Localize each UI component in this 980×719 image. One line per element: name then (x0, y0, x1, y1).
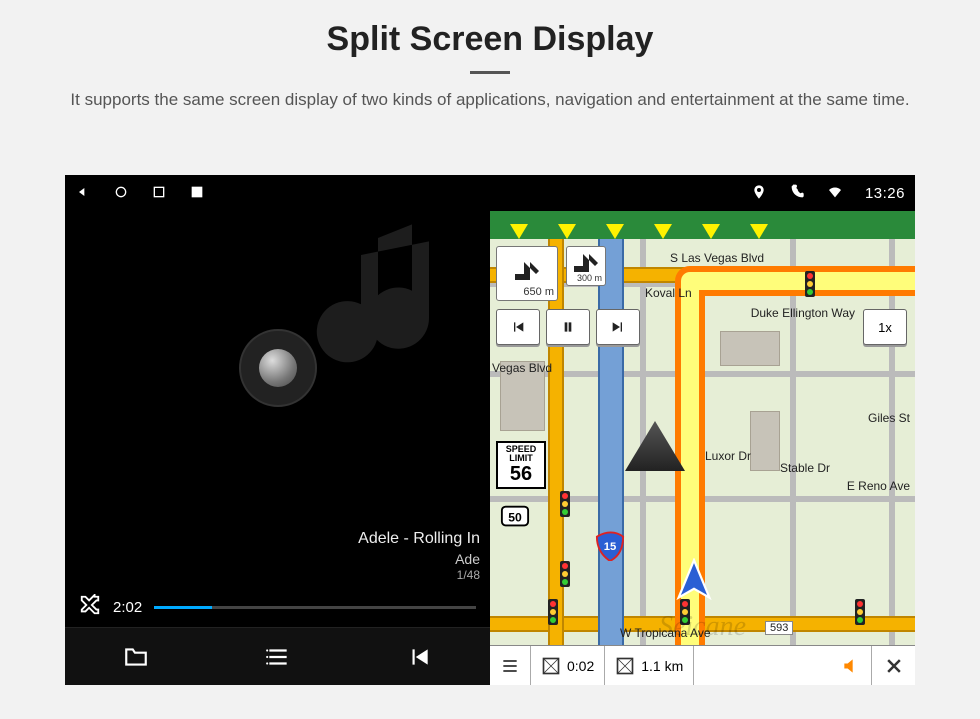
clock: 13:26 (865, 185, 905, 202)
music-pane: Adele - Rolling In Ade 1/48 2:02 (65, 211, 490, 685)
nav-lane-guidance (490, 211, 915, 239)
title-underline (470, 71, 510, 74)
track-artist: Ade (65, 550, 480, 568)
street-stable: Stable Dr (780, 461, 830, 475)
svg-text:15: 15 (604, 541, 617, 553)
elapsed-time: 2:02 (113, 599, 142, 616)
progress-bar[interactable] (154, 606, 476, 609)
street-koval: Koval Ln (645, 286, 692, 300)
lane-arrow-icon (750, 224, 768, 239)
wifi-icon (827, 184, 843, 203)
nav-distance: 1.1 km (605, 646, 694, 685)
lane-arrow-icon (654, 224, 672, 239)
nav-close-button[interactable] (871, 646, 915, 685)
lane-arrow-icon (702, 224, 720, 239)
previous-button[interactable] (348, 628, 490, 685)
sim-speed-button[interactable]: 1x (863, 309, 907, 345)
nav-sound-button[interactable] (694, 646, 871, 685)
turn-next-distance: 300 m (577, 273, 602, 283)
home-icon[interactable] (113, 184, 129, 203)
street-bottom-no: 593 (765, 621, 793, 635)
speed-limit-value: 56 (498, 464, 544, 485)
turn-main-box: 650 m (496, 246, 558, 301)
nav-bottom-bar: 0:02 1.1 km (490, 645, 915, 685)
turn-next-box: 300 m (566, 246, 606, 286)
joystick-control[interactable] (239, 329, 317, 407)
sim-pause-button[interactable] (546, 309, 590, 345)
svg-text:50: 50 (508, 511, 522, 525)
device-screenshot: 13:26 Adele - Rolling In Ade 1/48 2:02 (65, 175, 915, 685)
navigation-pane: S Las Vegas Blvd Duke Ellington Way Kova… (490, 211, 915, 685)
nav-menu-button[interactable] (490, 646, 531, 685)
music-note-icon (310, 221, 480, 391)
speed-limit-sign: SPEED LIMIT 56 (496, 441, 546, 489)
back-icon[interactable] (75, 184, 91, 203)
street-duke: Duke Ellington Way (751, 306, 855, 320)
shuffle-icon[interactable] (79, 594, 101, 621)
street-reno: E Reno Ave (847, 479, 910, 493)
nav-eta: 0:02 (531, 646, 605, 685)
highway-shield: 50 (500, 501, 530, 531)
track-title: Adele - Rolling In (65, 529, 480, 550)
sim-next-button[interactable] (596, 309, 640, 345)
turn-main-distance: 650 m (523, 286, 554, 298)
android-system-bar: 13:26 (65, 175, 915, 211)
screenshot-icon[interactable] (189, 184, 205, 203)
current-position-icon (672, 558, 716, 607)
watermark: Seicane (659, 611, 746, 643)
street-vegas: Vegas Blvd (492, 361, 552, 375)
location-icon (751, 184, 767, 203)
recents-icon[interactable] (151, 184, 167, 203)
lane-arrow-icon (606, 224, 624, 239)
track-index: 1/48 (65, 568, 480, 584)
sim-prev-button[interactable] (496, 309, 540, 345)
street-giles: Giles St (868, 411, 910, 425)
lane-arrow-icon (510, 224, 528, 239)
phone-icon (789, 184, 805, 203)
page-title: Split Screen Display (0, 20, 980, 59)
lane-arrow-icon (558, 224, 576, 239)
street-top: S Las Vegas Blvd (670, 251, 764, 265)
street-luxor: Luxor Dr (705, 449, 751, 463)
folder-button[interactable] (65, 628, 207, 685)
page-subtitle: It supports the same screen display of t… (60, 88, 920, 112)
playlist-button[interactable] (207, 628, 349, 685)
interstate-shield: 15 (595, 531, 625, 561)
speed-limit-label: SPEED LIMIT (498, 445, 544, 464)
